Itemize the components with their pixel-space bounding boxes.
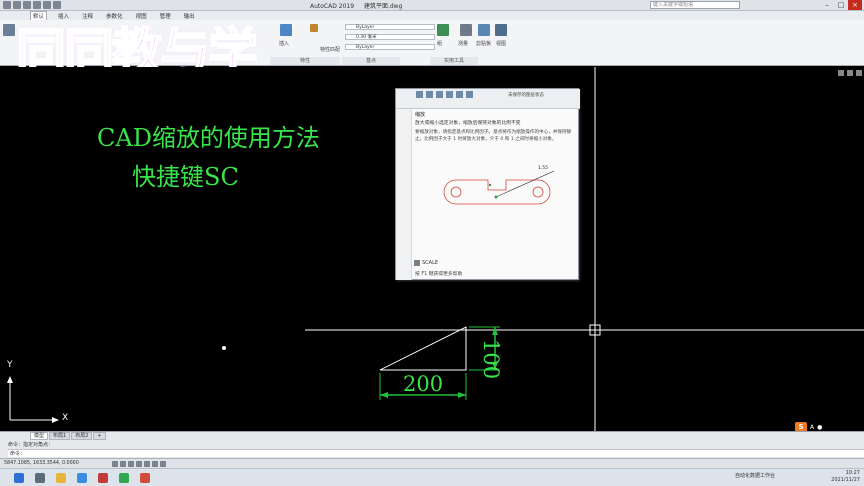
status-bar: 5847.1085, 1633.3544, 0.0000 [0, 458, 864, 468]
scale-illustration: 1.55 [443, 165, 554, 205]
task-view-icon[interactable] [35, 473, 45, 483]
annotation-scale-icon[interactable] [160, 461, 166, 467]
rotate-icon[interactable] [426, 91, 433, 98]
lineweight-toggle-icon[interactable] [152, 461, 158, 467]
illustration-base-point [494, 195, 498, 199]
illustration-hole-right [532, 186, 544, 198]
tray-app-text[interactable]: 自动化数据工作台 [735, 472, 775, 479]
trim-icon[interactable] [436, 91, 443, 98]
ime-mode-icon[interactable]: A [810, 424, 814, 431]
dim-arrow-right [458, 392, 466, 398]
tooltip-detail: 要缩放对象，请指定基点和比例因子。基点将作为缩放操作的中心，并保持静止。比例因子… [415, 130, 572, 142]
ucs-y-arrow-icon [7, 376, 13, 383]
illustration-scale-label: 1.55 [538, 165, 548, 171]
layout-tab-0[interactable]: 模型 [30, 432, 49, 440]
wechat-icon[interactable] [119, 473, 129, 483]
coordinates-readout: 5847.1085, 1633.3544, 0.0000 [4, 461, 79, 466]
command-area: 模型 布局1 布局2 + 命令：指定对角点： 命令： [0, 431, 864, 458]
scale-tooltip: 未保存的图层状态 缩放 放大或缩小选定对象，缩放后保持对象的比例不变 要缩放对象… [395, 88, 580, 280]
copy-icon[interactable] [446, 91, 453, 98]
tooltip-command-title: 缩放 [415, 112, 426, 118]
ucs-y-label: Y [7, 360, 13, 370]
command-history: 命令：指定对角点： [8, 442, 54, 448]
polar-toggle-icon[interactable] [136, 461, 142, 467]
layer-state-text[interactable]: 未保存的图层状态 [508, 92, 544, 98]
layout-tab-3[interactable]: + [93, 432, 106, 440]
dimension-text-200: 200 [403, 372, 444, 396]
illustration-point-1 [488, 183, 492, 187]
ortho-toggle-icon[interactable] [128, 461, 134, 467]
illustration-hole-left [450, 186, 462, 198]
taskbar-clock[interactable]: 10:27 2021/11/27 [820, 470, 860, 484]
tooltip-toolbar: 未保存的图层状态 [396, 89, 580, 109]
autocad-taskbar-icon[interactable] [98, 473, 108, 483]
tooltip-left-strip [396, 109, 412, 280]
layout-tabs: 模型 布局1 布局2 + [0, 432, 106, 440]
illustration-part-outline [443, 179, 551, 205]
explorer-icon[interactable] [56, 473, 66, 483]
snap-toggle-icon[interactable] [120, 461, 126, 467]
ucs-x-label: X [62, 413, 69, 423]
grid-toggle-icon[interactable] [112, 461, 118, 467]
taskbar-apps [14, 473, 150, 483]
osnap-toggle-icon[interactable] [144, 461, 150, 467]
taskbar: 自动化数据工作台 10:27 2021/11/27 [0, 468, 864, 486]
tooltip-help: 按 F1 键获得更多帮助 [415, 272, 463, 277]
cursor-dot-icon [222, 346, 226, 350]
start-icon[interactable] [14, 473, 24, 483]
tooltip-command-name: SCALE [422, 260, 439, 266]
scale-icon[interactable] [466, 91, 473, 98]
move-icon[interactable] [416, 91, 423, 98]
mirror-icon[interactable] [456, 91, 463, 98]
status-toggles [112, 461, 166, 467]
layout-tab-2[interactable]: 布局2 [71, 432, 93, 440]
autocad-window: AutoCAD 2019 建筑平面.dwg 键入关键字或短语 – □ × 默认插… [0, 0, 864, 486]
triangle-shape [379, 326, 467, 371]
dim-arrow-top [492, 327, 498, 335]
command-line-input[interactable]: 命令： [8, 449, 864, 457]
clock-time: 10:27 [845, 470, 860, 476]
illustration-scale-line [495, 170, 554, 198]
ime-voice-icon[interactable]: ● [817, 424, 822, 431]
dim-arrow-left [380, 392, 388, 398]
clock-date: 2021/11/27 [831, 477, 860, 483]
tooltip-description: 放大或缩小选定对象，缩放后保持对象的比例不变 [415, 121, 521, 126]
dimension-text-100: 100 [479, 339, 503, 380]
ucs-x-arrow-icon [52, 417, 59, 423]
tooltip-toolbar-icons [416, 91, 473, 98]
command-icon [414, 260, 420, 266]
browser-icon[interactable] [77, 473, 87, 483]
recorder-icon[interactable] [140, 473, 150, 483]
layout-tab-1[interactable]: 布局1 [49, 432, 71, 440]
